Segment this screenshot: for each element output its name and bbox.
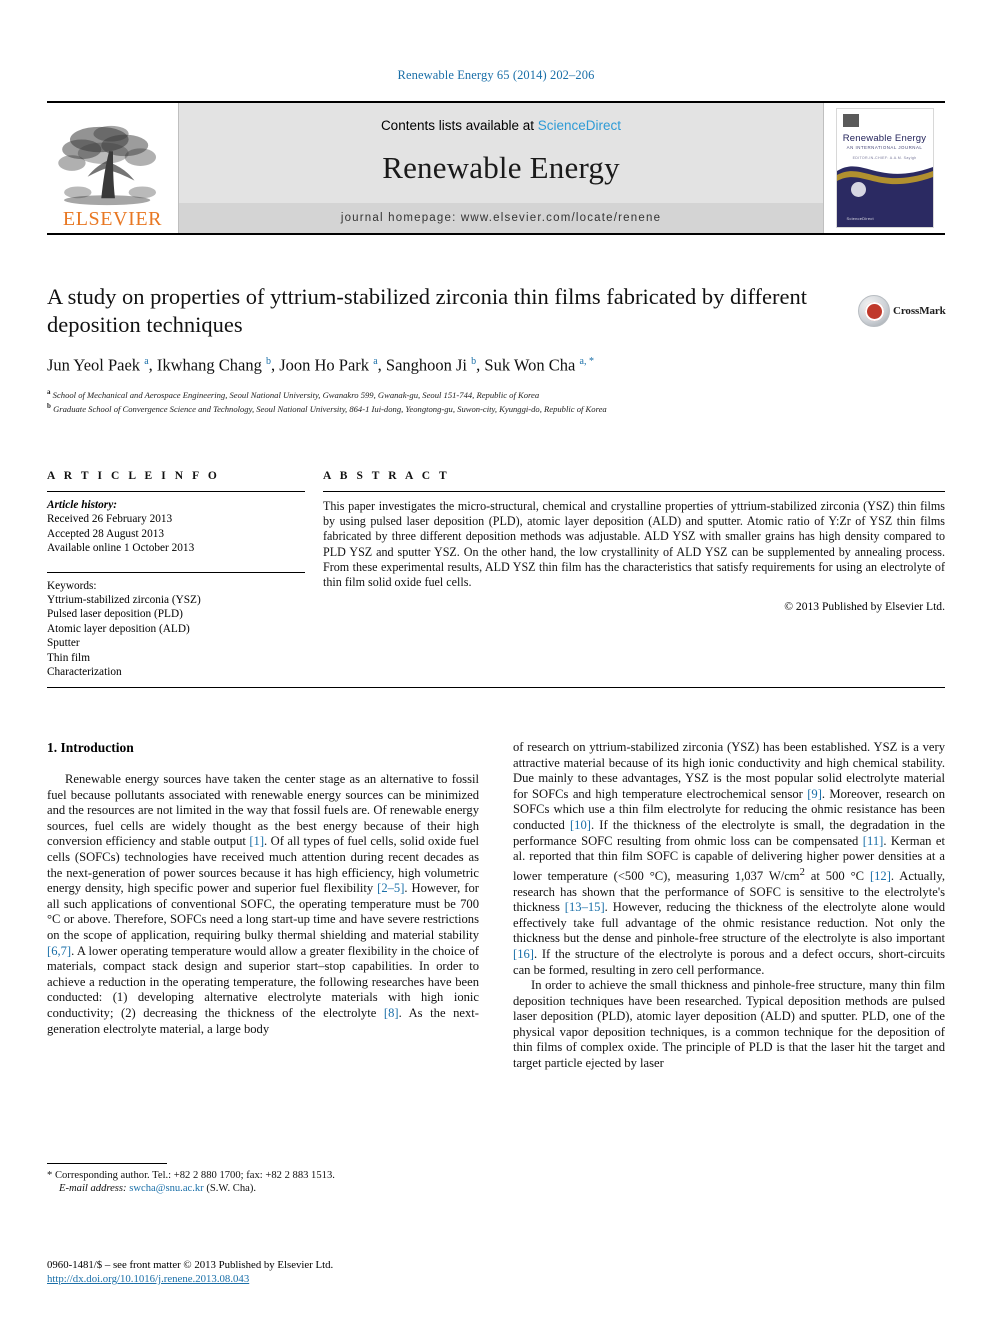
keyword-item: Yttrium-stabilized zirconia (YSZ) [47, 594, 201, 607]
elsevier-wordmark: ELSEVIER [62, 208, 163, 230]
cover-title: Renewable Energy [842, 133, 927, 144]
author-list: Jun Yeol Paek a, Ikwhang Chang b, Joon H… [47, 355, 594, 375]
history-accepted: Accepted 28 August 2013 [47, 527, 165, 540]
paragraph-intro-right-1: of research on yttrium-stabilized zircon… [513, 740, 945, 978]
keyword-item: Thin film [47, 651, 90, 664]
doi-link[interactable]: http://dx.doi.org/10.1016/j.renene.2013.… [47, 1272, 647, 1286]
intro-right-h: . If the structure of the electrolyte is… [513, 946, 945, 977]
email-label: E-mail address: [59, 1183, 127, 1195]
article-history: Article history: Received 26 February 20… [47, 492, 305, 556]
article-page: Renewable Energy 65 (2014) 202–206 ELSEV… [0, 0, 992, 1323]
article-info-heading: A R T I C L E I N F O [47, 470, 220, 482]
body-left-column: 1. Introduction Renewable energy sources… [47, 740, 479, 1072]
abstract-text: This paper investigates the micro-struct… [323, 499, 945, 590]
masthead-center: Contents lists available at ScienceDirec… [179, 103, 823, 233]
footnote-contact-text: Corresponding author. Tel.: +82 2 880 17… [52, 1170, 335, 1181]
keywords-label: Keywords: [47, 579, 97, 592]
elsevier-logo: ELSEVIER [47, 103, 179, 233]
cover-footer-text: ScienceDirect [846, 216, 874, 221]
citation-16[interactable]: [16] [513, 947, 534, 961]
paragraph-intro-right-2: In order to achieve the small thickness … [513, 978, 945, 1071]
journal-cover-thumbnail[interactable]: Renewable Energy AN INTERNATIONAL JOURNA… [823, 103, 945, 233]
email-link[interactable]: swcha@snu.ac.kr [129, 1183, 203, 1194]
affiliation-b-text: Graduate School of Convergence Science a… [53, 403, 607, 414]
footnote-rule [47, 1163, 167, 1164]
citation-13-15[interactable]: [13–15] [565, 900, 605, 914]
journal-masthead: ELSEVIER Contents lists available at Sci… [47, 101, 945, 235]
paragraph-intro-left: Renewable energy sources have taken the … [47, 772, 479, 1037]
article-info-column: A R T I C L E I N F O Article history: R… [47, 470, 305, 679]
journal-homepage[interactable]: journal homepage: www.elsevier.com/locat… [179, 203, 823, 233]
affiliation-a: a School of Mechanical and Aerospace Eng… [47, 387, 540, 400]
section-heading-introduction: 1. Introduction [47, 740, 479, 756]
page-footer: 0960-1481/$ – see front matter © 2013 Pu… [47, 1258, 647, 1286]
keyword-item: Pulsed laser deposition (PLD) [47, 608, 183, 621]
affiliation-b: b Graduate School of Convergence Science… [47, 401, 607, 414]
body-column-gap [479, 740, 513, 1072]
contents-prefix: Contents lists available at [380, 118, 538, 133]
abstract-copyright: © 2013 Published by Elsevier Ltd. [784, 600, 945, 614]
contents-available-line: Contents lists available at ScienceDirec… [381, 118, 621, 133]
abstract-column: A B S T R A C T This paper investigates … [323, 470, 945, 679]
body-separator-rule [47, 687, 945, 688]
citation-6-7[interactable]: [6,7] [47, 944, 71, 958]
keyword-item: Atomic layer deposition (ALD) [47, 622, 190, 635]
citation-8[interactable]: [8] [384, 1006, 399, 1020]
cover-emblem-icon [850, 182, 866, 197]
citation-2-5[interactable]: [2–5] [377, 881, 404, 895]
issn-copyright-line: 0960-1481/$ – see front matter © 2013 Pu… [47, 1259, 334, 1271]
cover-publisher-mark [842, 114, 859, 127]
footnote-contact: * Corresponding author. Tel.: +82 2 880 … [47, 1169, 479, 1182]
citation-10[interactable]: [10] [570, 818, 591, 832]
crossmark-label: CrossMark [893, 305, 946, 317]
citation-11[interactable]: [11] [863, 834, 884, 848]
section-number: 1. [47, 740, 58, 755]
running-head: Renewable Energy 65 (2014) 202–206 [397, 68, 595, 82]
history-received: Received 26 February 2013 [47, 513, 173, 526]
body-columns: 1. Introduction Renewable energy sources… [47, 740, 945, 1072]
keyword-item: Characterization [47, 666, 122, 679]
email-suffix: (S.W. Cha). [203, 1183, 256, 1195]
article-history-label: Article history: [47, 499, 117, 511]
body-right-column: of research on yttrium-stabilized zircon… [513, 740, 945, 1072]
history-online: Available online 1 October 2013 [47, 542, 195, 555]
page-title: A study on properties of yttrium-stabili… [47, 284, 808, 337]
crossmark-icon [858, 295, 890, 327]
crossmark-badge[interactable]: CrossMark [858, 288, 946, 334]
abstract-heading: A B S T R A C T [323, 470, 450, 482]
intro-right-e: at 500 °C [804, 868, 870, 883]
title-block: A study on properties of yttrium-stabili… [47, 283, 837, 415]
journal-cover-image: Renewable Energy AN INTERNATIONAL JOURNA… [835, 108, 934, 228]
citation-1[interactable]: [1] [249, 834, 264, 848]
citation-9[interactable]: [9] [807, 787, 822, 801]
keyword-item: Sputter [47, 637, 80, 650]
footnote-email-line: E-mail address: swcha@snu.ac.kr (S.W. Ch… [47, 1182, 479, 1195]
citation-12[interactable]: [12] [870, 869, 891, 883]
affiliation-a-text: School of Mechanical and Aerospace Engin… [52, 389, 540, 400]
journal-title: Renewable Energy [382, 150, 620, 185]
corresponding-author-footnote: * Corresponding author. Tel.: +82 2 880 … [47, 1163, 479, 1196]
elsevier-tree-icon [57, 125, 156, 206]
sciencedirect-link[interactable]: ScienceDirect [538, 118, 621, 133]
column-gap [305, 470, 323, 679]
section-title: Introduction [60, 740, 134, 755]
keywords-list: Keywords: Yttrium-stabilized zirconia (Y… [47, 573, 305, 680]
crossmark-inner-dot [864, 301, 884, 321]
info-abstract-section: A R T I C L E I N F O Article history: R… [47, 470, 945, 679]
cover-subtitle: AN INTERNATIONAL JOURNAL [846, 145, 923, 150]
